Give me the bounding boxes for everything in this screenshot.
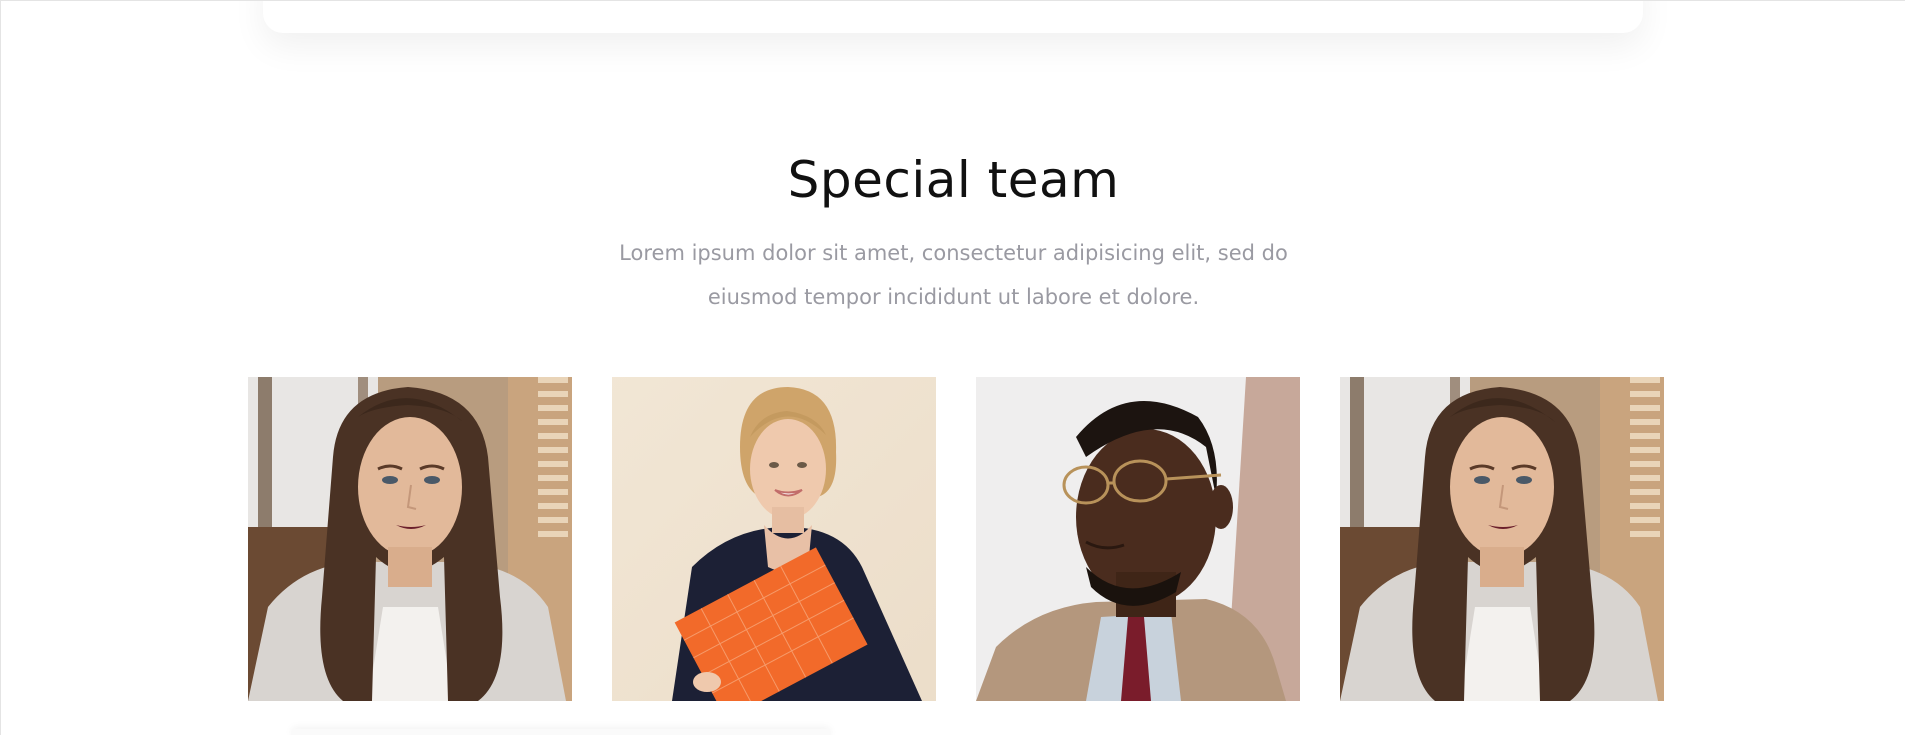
team-member-card[interactable] [976,377,1300,701]
section-subtitle: Lorem ipsum dolor sit amet, consectetur … [619,241,1288,309]
team-grid [248,377,1664,701]
team-member-photo [1340,377,1664,701]
team-member-photo [248,377,572,701]
top-card-edge [263,1,1643,33]
section-title: Special team [787,151,1120,209]
team-member-card[interactable] [612,377,936,701]
team-member-photo [612,377,936,701]
team-member-card[interactable] [1340,377,1664,701]
team-section-page: Special team Lorem ipsum dolor sit amet,… [0,0,1905,735]
team-member-photo [976,377,1300,701]
next-section-edge [291,729,831,735]
team-member-card[interactable] [248,377,572,701]
